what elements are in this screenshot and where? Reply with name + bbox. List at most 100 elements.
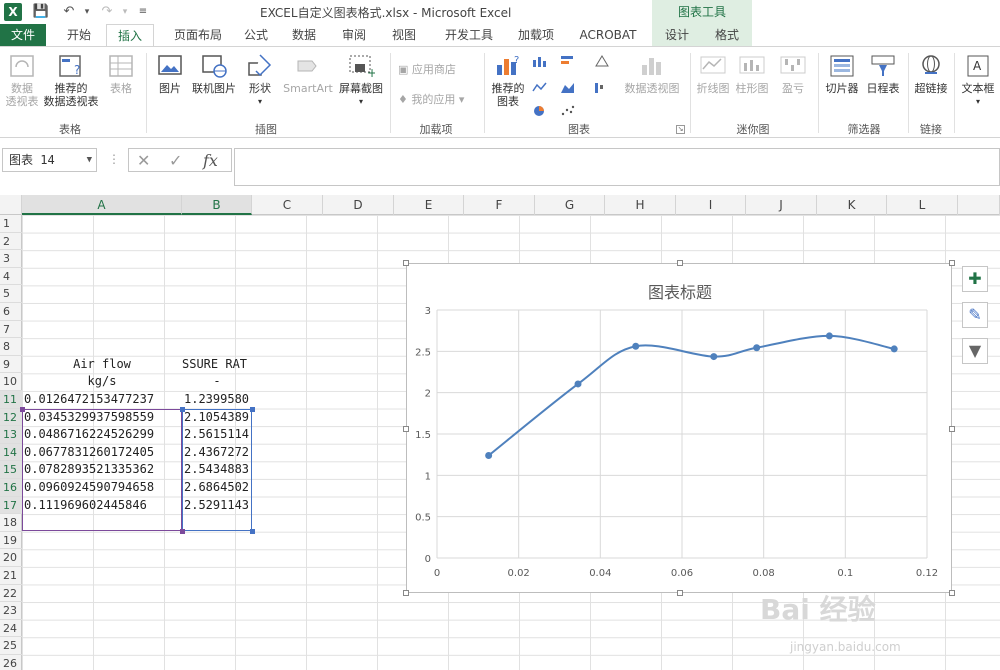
column-header-a[interactable]: A xyxy=(22,195,182,215)
row-header-26[interactable]: 26 xyxy=(0,655,22,670)
screenshot-button[interactable]: + 屏幕截图 ▾ xyxy=(336,47,386,108)
pie-chart-icon[interactable] xyxy=(532,105,548,117)
my-apps-button[interactable]: ♦ 我的应用 ▾ xyxy=(398,91,464,107)
chart-elements-button[interactable]: ✚ xyxy=(962,266,988,292)
undo-icon[interactable]: ↶ xyxy=(60,3,78,21)
tab-chart-design[interactable]: 设计 xyxy=(652,24,702,46)
row-header-1[interactable]: 1 xyxy=(0,215,22,233)
chart-styles-button[interactable]: ✎ xyxy=(962,302,988,328)
recommended-charts-button[interactable]: ? 推荐的 图表 xyxy=(488,47,528,108)
range-handle[interactable] xyxy=(250,407,255,412)
cell-b9[interactable]: SSURE RAT xyxy=(182,356,252,374)
row-header-25[interactable]: 25 xyxy=(0,637,22,655)
range-handle[interactable] xyxy=(180,529,185,534)
row-header-11[interactable]: 11 xyxy=(0,391,22,409)
column-header-m[interactable] xyxy=(958,195,1000,215)
row-header-20[interactable]: 20 xyxy=(0,549,22,567)
column-header-l[interactable]: L xyxy=(887,195,958,215)
app-store-button[interactable]: ▣ 应用商店 xyxy=(398,61,456,77)
tab-file[interactable]: 文件 xyxy=(0,24,46,46)
undo-dropdown-icon[interactable]: ▾ xyxy=(78,3,96,21)
name-box[interactable]: 图表 14 ▼ xyxy=(2,148,97,172)
tab-formulas[interactable]: 公式 xyxy=(236,24,276,46)
range-handle[interactable] xyxy=(180,407,185,412)
row-header-6[interactable]: 6 xyxy=(0,303,22,321)
formula-input[interactable] xyxy=(234,148,1000,186)
row-header-8[interactable]: 8 xyxy=(0,338,22,356)
tab-review[interactable]: 审阅 xyxy=(334,24,374,46)
column-header-i[interactable]: I xyxy=(676,195,746,215)
hierarchy-chart-icon[interactable] xyxy=(594,55,610,67)
slicer-button[interactable]: 切片器 xyxy=(822,47,862,95)
column-header-h[interactable]: H xyxy=(605,195,676,215)
row-header-13[interactable]: 13 xyxy=(0,426,22,444)
row-header-16[interactable]: 16 xyxy=(0,479,22,497)
cancel-icon[interactable]: ✕ xyxy=(137,151,150,170)
tab-home[interactable]: 开始 xyxy=(56,24,102,46)
cell-a9[interactable]: Air flow xyxy=(22,356,182,374)
column-header-d[interactable]: D xyxy=(323,195,394,215)
save-icon[interactable]: 💾 xyxy=(32,3,50,21)
sparkline-column-button[interactable]: 柱形图 xyxy=(732,47,772,95)
cell-b11[interactable]: 1.2399580 xyxy=(184,391,250,409)
pivot-table-button[interactable]: 数据 透视表 xyxy=(2,47,42,108)
column-header-g[interactable]: G xyxy=(535,195,605,215)
tab-chart-format[interactable]: 格式 xyxy=(702,24,752,46)
name-box-dropdown-icon[interactable]: ▼ xyxy=(87,149,92,171)
row-header-17[interactable]: 17 xyxy=(0,496,22,515)
online-picture-button[interactable]: 联机图片 xyxy=(188,47,240,95)
customize-quick-access-icon[interactable]: ≡ xyxy=(134,3,152,21)
tab-insert[interactable]: 插入 xyxy=(106,24,154,47)
line-chart-icon[interactable] xyxy=(532,81,548,93)
row-header-7[interactable]: 7 xyxy=(0,321,22,339)
column-header-f[interactable]: F xyxy=(464,195,535,215)
chart-object[interactable]: 0 0.02 0.04 0.06 0.08 0.1 0.12 0 0.5 1 1.5 2 2.5 3 图表… xyxy=(403,260,955,596)
redo-icon[interactable]: ↷ xyxy=(98,3,116,21)
row-header-23[interactable]: 23 xyxy=(0,602,22,620)
chart-title[interactable]: 图表标题 xyxy=(407,279,953,303)
scatter-chart-icon[interactable] xyxy=(560,105,576,117)
column-header-k[interactable]: K xyxy=(817,195,887,215)
row-header-2[interactable]: 2 xyxy=(0,233,22,251)
pivot-chart-button[interactable]: 数据透视图 xyxy=(622,47,682,95)
cell-a11[interactable]: 0.0126472153477237 xyxy=(24,391,180,409)
tab-developer[interactable]: 开发工具 xyxy=(436,24,502,46)
column-header-b[interactable]: B xyxy=(182,195,252,215)
picture-button[interactable]: 图片 xyxy=(152,47,188,95)
tab-acrobat[interactable]: ACROBAT xyxy=(572,24,644,46)
sparkline-winloss-button[interactable]: 盈亏 xyxy=(774,47,812,95)
row-header-21[interactable]: 21 xyxy=(0,567,22,585)
area-chart-icon[interactable] xyxy=(560,81,576,93)
cell-a10[interactable]: kg/s xyxy=(22,373,182,391)
smartart-button[interactable]: SmartArt xyxy=(280,47,336,95)
range-handle[interactable] xyxy=(20,407,25,412)
row-header-4[interactable]: 4 xyxy=(0,268,22,286)
row-header-5[interactable]: 5 xyxy=(0,285,22,303)
bar-chart-icon[interactable] xyxy=(560,55,576,67)
tab-data[interactable]: 数据 xyxy=(284,24,324,46)
cell-b10[interactable]: - xyxy=(182,373,252,391)
tab-addins[interactable]: 加载项 xyxy=(510,24,562,46)
enter-icon[interactable]: ✓ xyxy=(169,151,182,170)
textbox-button[interactable]: A 文本框 ▾ xyxy=(958,47,998,108)
row-header-18[interactable]: 18 xyxy=(0,514,22,532)
tab-view[interactable]: 视图 xyxy=(384,24,424,46)
timeline-button[interactable]: 日程表 xyxy=(862,47,904,95)
row-header-9[interactable]: 9 xyxy=(0,356,22,374)
select-all-corner[interactable] xyxy=(0,195,22,215)
charts-dialog-launcher-icon[interactable]: ↘ xyxy=(676,125,685,134)
column-chart-icon[interactable] xyxy=(532,55,548,67)
table-button[interactable]: 表格 xyxy=(102,47,140,95)
sparkline-line-button[interactable]: 折线图 xyxy=(694,47,732,95)
row-header-15[interactable]: 15 xyxy=(0,461,22,479)
recommended-pivot-button[interactable]: ? 推荐的 数据透视表 xyxy=(42,47,100,108)
chart-filters-button[interactable]: ▼ xyxy=(962,338,988,364)
tab-page-layout[interactable]: 页面布局 xyxy=(162,24,234,46)
hyperlink-button[interactable]: 超链接 xyxy=(910,47,952,95)
column-header-c[interactable]: C xyxy=(252,195,323,215)
row-header-12[interactable]: 12 xyxy=(0,408,22,427)
column-header-e[interactable]: E xyxy=(394,195,464,215)
shapes-button[interactable]: 形状 ▾ xyxy=(242,47,278,108)
column-header-j[interactable]: J xyxy=(746,195,817,215)
row-header-14[interactable]: 14 xyxy=(0,443,22,462)
